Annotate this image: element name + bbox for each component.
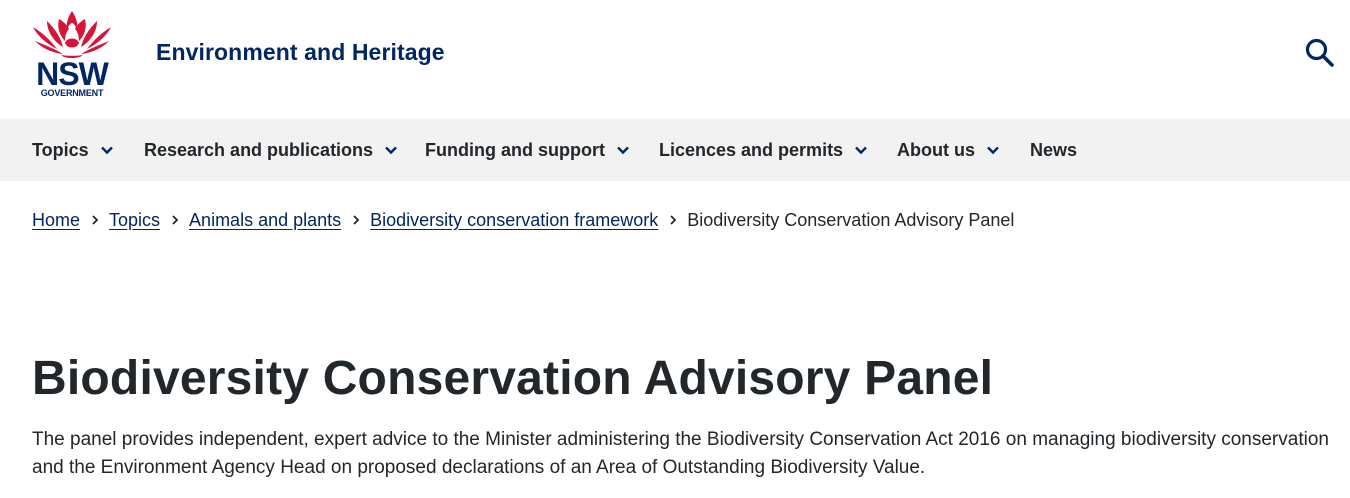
chevron-down-icon <box>854 145 868 155</box>
breadcrumb-link-animals-and-plants[interactable]: Animals and plants <box>189 210 341 231</box>
nav-item-label: About us <box>897 139 975 160</box>
intro-paragraph: The panel provides independent, expert a… <box>32 429 1329 478</box>
page-title: Biodiversity Conservation Advisory Panel <box>32 352 994 405</box>
nav-item-label: Topics <box>32 139 89 160</box>
nav-item-label: Licences and permits <box>659 139 844 160</box>
nsw-government-logo[interactable]: NSW GOVERNMENT <box>31 9 113 98</box>
breadcrumb: Home Topics Animals and plants Biodivers… <box>32 207 1014 233</box>
breadcrumb-link-biodiversity-conservation-framework[interactable]: Biodiversity conservation framework <box>370 210 658 231</box>
site-title[interactable]: Environment and Heritage <box>156 37 445 67</box>
search-button[interactable] <box>1300 34 1338 72</box>
nav-item-research-and-publications[interactable]: Research and publications <box>144 119 398 181</box>
waratah-icon <box>33 11 111 58</box>
nav-item-about-us[interactable]: About us <box>897 119 1000 181</box>
logo-wordmark: NSW <box>36 56 109 92</box>
chevron-down-icon <box>986 145 1000 155</box>
nav-item-label: News <box>1030 139 1078 160</box>
nav-item-licences-and-permits[interactable]: Licences and permits <box>659 119 868 181</box>
nav-item-label: Research and publications <box>144 139 374 160</box>
chevron-right-icon <box>160 207 189 233</box>
search-icon <box>1305 38 1334 67</box>
site-header: NSW GOVERNMENT Environment and Heritage <box>0 0 1350 119</box>
chevron-down-icon <box>100 145 114 155</box>
nav-item-funding-and-support[interactable]: Funding and support <box>425 119 630 181</box>
breadcrumb-current-page: Biodiversity Conservation Advisory Panel <box>687 209 1015 230</box>
chevron-right-icon <box>80 207 109 233</box>
logo-subtext: GOVERNMENT <box>40 88 104 98</box>
nav-item-topics[interactable]: Topics <box>32 119 114 181</box>
chevron-down-icon <box>616 145 630 155</box>
nav-item-label: Funding and support <box>425 139 605 160</box>
chevron-right-icon <box>658 207 687 233</box>
chevron-down-icon <box>384 145 398 155</box>
breadcrumb-link-home[interactable]: Home <box>32 210 80 231</box>
chevron-right-icon <box>341 207 370 233</box>
main-navigation: Topics Research and publications Funding… <box>0 119 1350 181</box>
nav-item-news[interactable]: News <box>1030 119 1077 181</box>
breadcrumb-link-topics[interactable]: Topics <box>109 210 160 231</box>
